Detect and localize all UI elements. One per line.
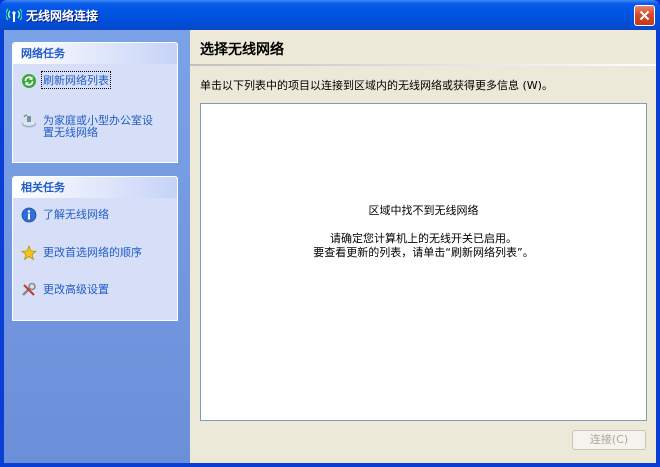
star-icon bbox=[21, 245, 37, 261]
learn-wireless-label: 了解无线网络 bbox=[43, 208, 109, 221]
wireless-connection-window: 无线网络连接 网络任务 刷新网络列表 为家庭或小型办公室设 置无线网络 相关任务… bbox=[0, 0, 660, 467]
change-preferred-order-label: 更改首选网络的顺序 bbox=[43, 246, 142, 259]
instruction-text: 单击以下列表中的项目以连接到区域内的无线网络或获得更多信息 (W)。 bbox=[200, 79, 553, 92]
home-network-icon bbox=[22, 114, 36, 128]
title-divider bbox=[190, 64, 656, 66]
change-preferred-order-link[interactable]: 更改首选网络的顺序 bbox=[21, 245, 173, 261]
main-content: 选择无线网络 单击以下列表中的项目以连接到区域内的无线网络或获得更多信息 (W)… bbox=[190, 30, 656, 463]
close-icon bbox=[639, 10, 650, 21]
title-bar[interactable]: 无线网络连接 bbox=[0, 0, 660, 30]
task-pane: 网络任务 刷新网络列表 为家庭或小型办公室设 置无线网络 相关任务 了解无线网络… bbox=[4, 30, 190, 463]
client-area: 网络任务 刷新网络列表 为家庭或小型办公室设 置无线网络 相关任务 了解无线网络… bbox=[4, 30, 656, 463]
refresh-network-list-label: 刷新网络列表 bbox=[41, 71, 111, 89]
setup-home-network-label: 为家庭或小型办公室设 置无线网络 bbox=[43, 113, 153, 139]
setup-home-network-link[interactable]: 为家庭或小型办公室设 置无线网络 bbox=[21, 113, 173, 139]
connect-button[interactable]: 连接(C) bbox=[572, 430, 646, 450]
wireless-network-list[interactable]: 区域中找不到无线网络 请确定您计算机上的无线开关已启用。 要查看更新的列表，请单… bbox=[200, 103, 647, 421]
change-advanced-settings-label: 更改高级设置 bbox=[43, 283, 109, 296]
refresh-icon bbox=[22, 74, 36, 88]
learn-wireless-link[interactable]: 了解无线网络 bbox=[21, 207, 173, 223]
page-title: 选择无线网络 bbox=[200, 42, 284, 58]
refresh-network-list-link[interactable]: 刷新网络列表 bbox=[21, 71, 173, 89]
network-tasks-heading: 网络任务 bbox=[13, 43, 177, 64]
related-tasks-heading: 相关任务 bbox=[13, 177, 177, 198]
empty-message-line2: 请确定您计算机上的无线开关已启用。 bbox=[330, 232, 517, 245]
wireless-signal-icon bbox=[6, 8, 22, 22]
tools-icon bbox=[22, 282, 36, 296]
info-icon bbox=[21, 207, 37, 223]
close-button[interactable] bbox=[634, 5, 655, 26]
empty-message-line3: 要查看更新的列表，请单击“刷新网络列表”。 bbox=[313, 246, 534, 259]
window-title: 无线网络连接 bbox=[26, 9, 99, 23]
change-advanced-settings-link[interactable]: 更改高级设置 bbox=[21, 282, 173, 298]
empty-list-message: 区域中找不到无线网络 请确定您计算机上的无线开关已启用。 要查看更新的列表，请单… bbox=[201, 204, 646, 260]
related-tasks-panel: 相关任务 了解无线网络 更改首选网络的顺序 更改高级设置 bbox=[12, 176, 178, 321]
setup-home-network-label-line2: 置无线网络 bbox=[43, 126, 98, 139]
network-tasks-panel: 网络任务 刷新网络列表 为家庭或小型办公室设 置无线网络 bbox=[12, 42, 178, 163]
empty-message-line1: 区域中找不到无线网络 bbox=[368, 204, 479, 217]
